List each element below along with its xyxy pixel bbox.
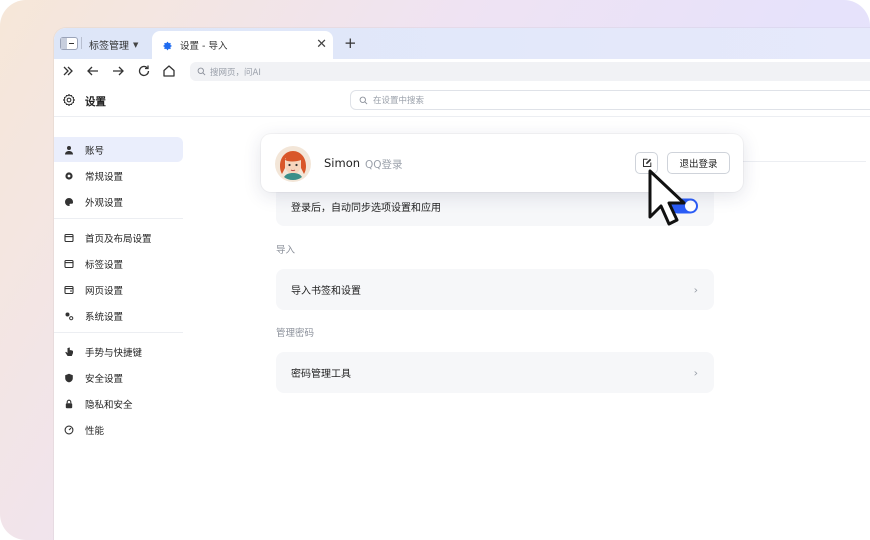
tab-icon [64, 259, 74, 268]
sidebar-item-label: 性能 [85, 425, 105, 437]
sidebar-item-security[interactable]: 安全设置 [54, 365, 183, 390]
sidebar-item-tabs[interactable]: 标签设置 [54, 251, 183, 276]
sidebar-item-appearance[interactable]: 外观设置 [54, 189, 183, 214]
sidebar-divider [54, 332, 183, 333]
chevron-right-icon: › [693, 366, 698, 379]
caret-down-icon: ▼ [133, 40, 139, 49]
back-arrow-icon[interactable] [85, 63, 101, 79]
sidebar-item-label: 网页设置 [85, 285, 124, 297]
page-title: 设置 [85, 96, 106, 108]
close-tab-icon[interactable]: ✕ [316, 37, 327, 52]
section-title-import: 导入 [276, 245, 296, 256]
toolbar: 搜网页，问AI [54, 59, 870, 85]
tab-title: 设置 - 导入 [180, 41, 228, 52]
forward-arrow-icon[interactable] [110, 63, 126, 79]
sidebar-item-label: 外观设置 [85, 197, 124, 209]
new-tab-button[interactable]: + [344, 34, 357, 52]
person-icon [65, 145, 73, 154]
sidebar-item-label: 首页及布局设置 [85, 233, 152, 245]
gear-icon [62, 93, 76, 107]
sidebar-item-webpage[interactable]: 网页设置 [54, 277, 183, 302]
palette-icon [65, 197, 74, 206]
sidebar-item-general[interactable]: 常规设置 [54, 163, 183, 188]
sidebar-item-system[interactable]: 系统设置 [54, 303, 183, 328]
account-login-type: QQ登录 [365, 159, 403, 171]
sidebar-item-label: 安全设置 [85, 373, 124, 385]
sidebar-item-label: 账号 [85, 145, 105, 157]
address-placeholder: 搜网页，问AI [210, 67, 261, 78]
speedometer-icon [64, 425, 74, 434]
sidebar-item-gestures[interactable]: 手势与快捷键 [54, 339, 183, 364]
account-name: Simon [324, 156, 361, 170]
sidebar-item-label: 系统设置 [85, 311, 124, 323]
section-title-passwords: 管理密码 [276, 328, 315, 339]
sidebar-item-label: 标签设置 [85, 259, 124, 271]
gear-icon [65, 171, 73, 180]
sidebar-item-label: 常规设置 [85, 171, 124, 183]
gear-icon [163, 41, 172, 50]
password-manager-row[interactable]: 密码管理工具 › [276, 352, 714, 393]
tab-settings-import[interactable]: 设置 - 导入 ✕ [152, 31, 333, 59]
shield-icon [65, 373, 73, 382]
settings-search-input[interactable]: 在设置中搜索 [350, 90, 870, 110]
sync-label: 登录后，自动同步选项设置和应用 [291, 202, 441, 214]
sidebar-item-label: 手势与快捷键 [85, 347, 143, 359]
import-bookmarks-row[interactable]: 导入书签和设置 › [276, 269, 714, 310]
password-manager-label: 密码管理工具 [291, 369, 351, 380]
search-placeholder: 在设置中搜索 [373, 96, 425, 106]
chevron-right-icon: › [693, 283, 698, 296]
sidebar-toggle-icon[interactable] [60, 37, 78, 50]
tab-strip: 标签管理 ▼ 设置 - 导入 ✕ + [54, 28, 870, 59]
edit-icon [642, 158, 651, 167]
home-icon[interactable] [161, 63, 177, 79]
settings-header: 设置 在设置中搜索 [54, 85, 870, 117]
address-bar[interactable]: 搜网页，问AI [190, 62, 870, 81]
sidebar-item-privacy[interactable]: 隐私和安全 [54, 391, 183, 416]
lock-icon [65, 399, 73, 408]
browser-window: 标签管理 ▼ 设置 - 导入 ✕ + 搜网页，问AI 设置 在设置中搜索 账号 … [54, 28, 870, 540]
search-icon [197, 67, 206, 76]
sidebar-divider [54, 218, 183, 219]
reload-icon[interactable] [136, 63, 152, 79]
tab-group-label: 标签管理 [89, 41, 129, 52]
search-icon [359, 96, 368, 105]
window-icon [64, 233, 74, 242]
system-icon [65, 312, 74, 320]
hand-pointer-icon [65, 346, 73, 356]
sidebar-item-homepage-layout[interactable]: 首页及布局设置 [54, 225, 183, 250]
webpage-icon [64, 285, 74, 294]
sidebar-item-label: 隐私和安全 [85, 399, 133, 411]
settings-sidebar: 账号 常规设置 外观设置 首页及布局设置 标签设置 网页设置 系统设置 手势与快… [54, 117, 184, 540]
double-chevron-right-icon[interactable] [60, 63, 76, 79]
tab-group[interactable]: 标签管理 ▼ [81, 37, 139, 52]
sidebar-item-performance[interactable]: 性能 [54, 417, 183, 442]
avatar[interactable] [275, 146, 311, 182]
import-bookmarks-label: 导入书签和设置 [291, 286, 361, 297]
sidebar-item-account[interactable]: 账号 [54, 137, 183, 162]
mouse-pointer-icon [648, 169, 686, 226]
